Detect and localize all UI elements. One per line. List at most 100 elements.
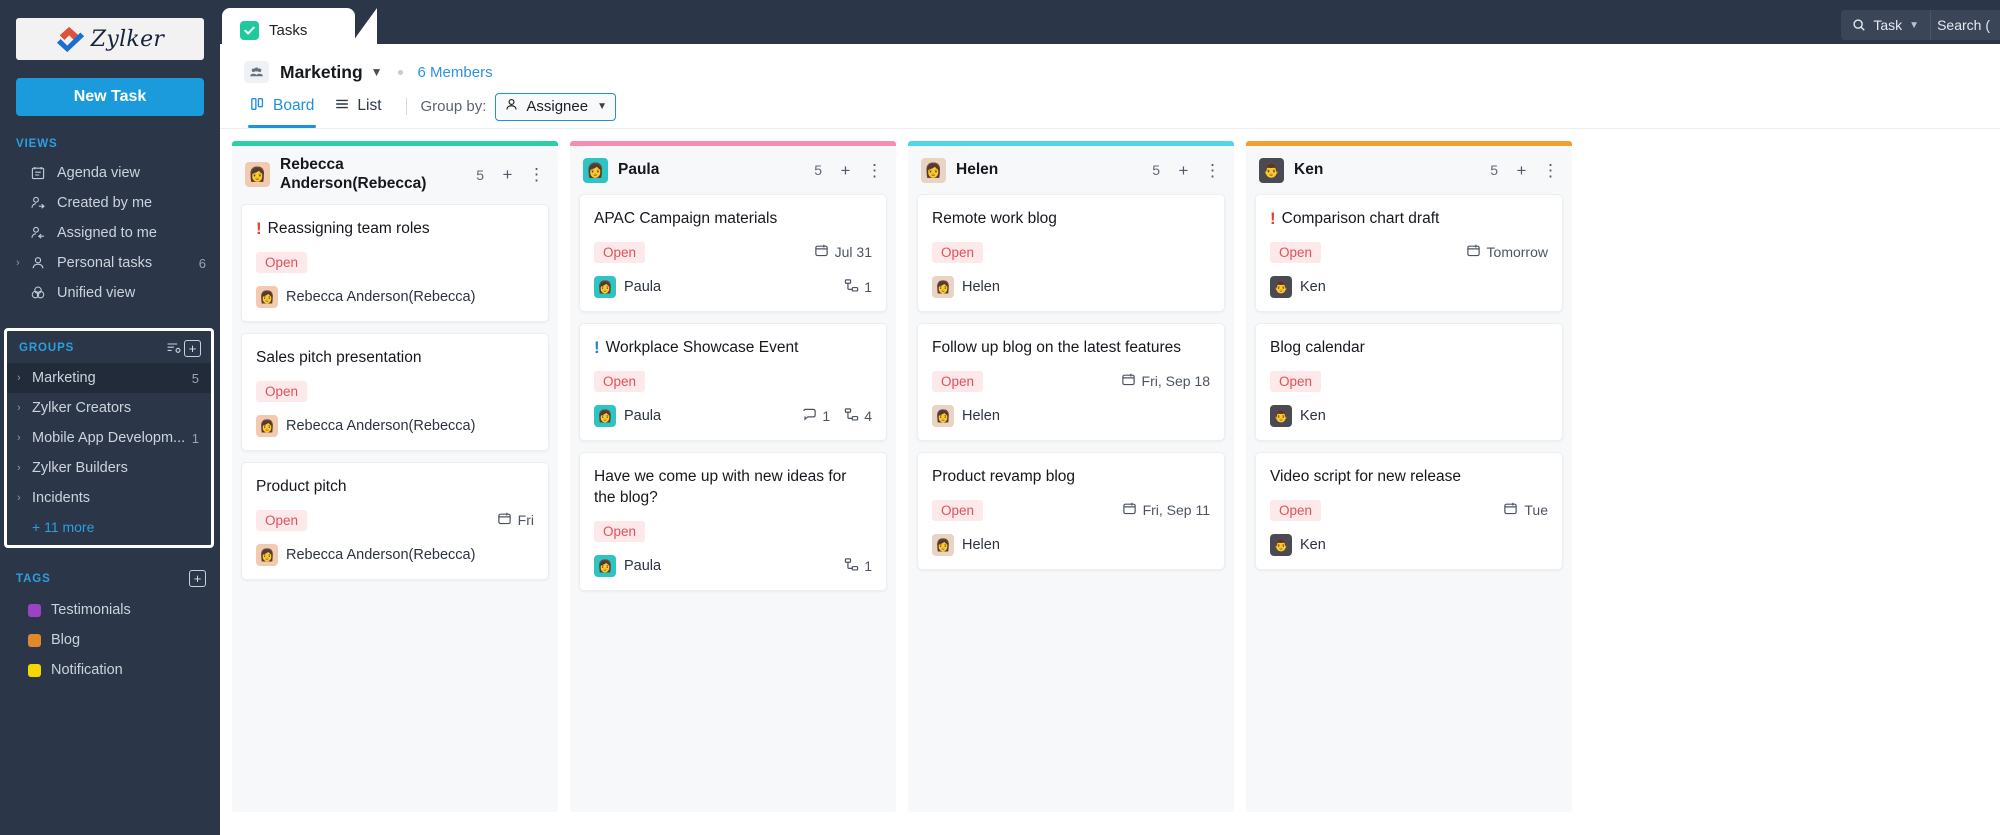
column-count: 5 bbox=[814, 162, 822, 178]
avatar: 👩 bbox=[583, 157, 608, 183]
add-task-icon[interactable]: + bbox=[1512, 161, 1531, 180]
brand-logo[interactable]: Zylker bbox=[16, 18, 204, 60]
subtask-count: 1 bbox=[844, 557, 872, 575]
calendar-icon bbox=[497, 511, 512, 529]
task-card[interactable]: Sales pitch presentation Open 👩 Rebecca … bbox=[241, 332, 549, 451]
tag-color-swatch bbox=[28, 633, 41, 647]
sidebar-tag-testimonials[interactable]: Testimonials bbox=[0, 595, 220, 625]
unified-icon bbox=[28, 285, 48, 301]
task-card[interactable]: Have we come up with new ideas for the b… bbox=[579, 451, 887, 591]
chevron-right-icon[interactable]: › bbox=[17, 372, 25, 384]
card-footer: 👩 Rebecca Anderson(Rebecca) bbox=[256, 543, 534, 566]
card-footer: 👨 Ken bbox=[1270, 404, 1548, 427]
sidebar-group-incidents[interactable]: › Incidents bbox=[7, 483, 211, 513]
assignee-name: Helen bbox=[962, 536, 1000, 553]
filter-settings-icon[interactable] bbox=[164, 339, 184, 357]
page-title: Marketing bbox=[280, 61, 363, 82]
user-icon bbox=[504, 97, 519, 116]
groups-show-more-link[interactable]: + 11 more bbox=[7, 513, 211, 535]
sidebar-group-zylker-builders[interactable]: › Zylker Builders bbox=[7, 453, 211, 483]
add-tag-icon[interactable]: + bbox=[189, 570, 206, 587]
card-meta-group: 1 bbox=[844, 557, 872, 575]
column-menu-icon[interactable]: ⋮ bbox=[1203, 161, 1222, 180]
due-date: Tue bbox=[1503, 501, 1548, 519]
due-date-text: Fri bbox=[517, 512, 534, 529]
task-card[interactable]: Product revamp blog Open Fri, Sep 11 👩 H… bbox=[917, 451, 1225, 570]
sidebar-item-assigned-to-me[interactable]: › Assigned to me bbox=[0, 218, 220, 248]
task-card[interactable]: ! Workplace Showcase Event Open 👩 Paula bbox=[579, 322, 887, 441]
task-card[interactable]: Product pitch Open Fri 👩 Rebecca Anderso… bbox=[241, 461, 549, 580]
task-card[interactable]: Follow up blog on the latest features Op… bbox=[917, 322, 1225, 441]
sidebar-tag-notification[interactable]: Notification bbox=[0, 655, 220, 685]
chevron-right-icon[interactable]: › bbox=[17, 492, 25, 504]
card-title: Video script for new release bbox=[1270, 467, 1461, 485]
new-task-button[interactable]: New Task bbox=[16, 78, 204, 116]
user-icon bbox=[28, 255, 48, 271]
tag-label: Blog bbox=[51, 632, 81, 648]
avatar: 👩 bbox=[932, 404, 954, 427]
due-date-text: Fri, Sep 18 bbox=[1141, 373, 1210, 390]
comment-count-text: 1 bbox=[822, 407, 831, 424]
column-menu-icon[interactable]: ⋮ bbox=[527, 165, 546, 184]
assignee-name: Paula bbox=[624, 278, 662, 295]
chevron-right-icon[interactable]: › bbox=[17, 432, 25, 444]
tags-section-label: TAGS bbox=[16, 572, 51, 585]
calendar-icon bbox=[1503, 501, 1518, 519]
card-title: Remote work blog bbox=[932, 210, 1057, 227]
sidebar-group-marketing[interactable]: › Marketing 5 bbox=[7, 363, 211, 393]
avatar: 👩 bbox=[932, 275, 954, 298]
tab-board[interactable]: Board bbox=[244, 96, 328, 128]
avatar: 👨 bbox=[1270, 275, 1292, 298]
sidebar-item-created-by-me[interactable]: › Created by me bbox=[0, 188, 220, 218]
task-card[interactable]: Video script for new release Open Tue 👨 … bbox=[1255, 451, 1563, 570]
chevron-right-icon[interactable]: › bbox=[16, 257, 26, 269]
sidebar-item-unified-view[interactable]: › Unified view bbox=[0, 278, 220, 308]
tag-color-swatch bbox=[28, 603, 41, 617]
column-menu-icon[interactable]: ⋮ bbox=[865, 161, 884, 180]
add-task-icon[interactable]: + bbox=[836, 161, 855, 180]
due-date-text: Tomorrow bbox=[1486, 244, 1548, 261]
main-area: Tasks Task ▼ Search (Marketing ▼ 6 Memb… bbox=[220, 0, 2000, 835]
task-card[interactable]: Remote work blog Open 👩 Helen bbox=[917, 194, 1225, 312]
status-badge: Open bbox=[1270, 241, 1322, 263]
sidebar-tag-blog[interactable]: Blog bbox=[0, 625, 220, 655]
add-group-icon[interactable]: + bbox=[184, 339, 201, 357]
members-link[interactable]: 6 Members bbox=[418, 64, 493, 81]
task-card[interactable]: APAC Campaign materials Open Jul 31 👩 Pa… bbox=[579, 194, 887, 312]
avatar: 👨 bbox=[1270, 404, 1292, 427]
group-by-select[interactable]: Assignee ▼ bbox=[495, 92, 616, 121]
tab-label: Board bbox=[273, 97, 315, 114]
card-status-row: Open bbox=[256, 251, 534, 273]
tag-color-swatch bbox=[28, 663, 41, 677]
agenda-icon bbox=[28, 165, 48, 181]
add-task-icon[interactable]: + bbox=[498, 165, 517, 184]
add-task-icon[interactable]: + bbox=[1174, 161, 1193, 180]
search-input[interactable]: Search ( bbox=[1930, 10, 2000, 40]
sidebar-item-personal-tasks[interactable]: › Personal tasks 6 bbox=[0, 248, 220, 278]
sidebar-item-agenda-view[interactable]: › Agenda view bbox=[0, 158, 220, 188]
status-badge: Open bbox=[932, 370, 984, 392]
task-card[interactable]: Blog calendar Open 👨 Ken bbox=[1255, 322, 1563, 441]
status-badge: Open bbox=[1270, 499, 1322, 521]
group-label: Zylker Creators bbox=[32, 400, 132, 416]
sidebar-item-count: 6 bbox=[198, 255, 206, 271]
chevron-right-icon[interactable]: › bbox=[17, 402, 25, 414]
search-scope-selector[interactable]: Task ▼ bbox=[1841, 10, 1931, 40]
sidebar-group-mobile-app-development[interactable]: › Mobile App Developm... 1 bbox=[7, 423, 211, 453]
assignee-name: Rebecca Anderson(Rebecca) bbox=[286, 288, 476, 305]
chevron-down-icon[interactable]: ▼ bbox=[371, 65, 383, 79]
tab-list[interactable]: List bbox=[328, 96, 395, 128]
sidebar-group-zylker-creators[interactable]: › Zylker Creators bbox=[7, 393, 211, 423]
due-date: Fri, Sep 18 bbox=[1121, 372, 1210, 390]
sidebar-item-label: Unified view bbox=[57, 285, 136, 301]
column-menu-icon[interactable]: ⋮ bbox=[1541, 161, 1560, 180]
chevron-right-icon[interactable]: › bbox=[17, 462, 25, 474]
column-cards: ! Comparison chart draft Open Tomorrow 👨… bbox=[1246, 194, 1572, 812]
task-card[interactable]: ! Comparison chart draft Open Tomorrow 👨… bbox=[1255, 194, 1563, 312]
due-date: Tomorrow bbox=[1466, 243, 1548, 261]
column-header: 👩 Paula 5 + ⋮ bbox=[570, 146, 896, 194]
avatar: 👩 bbox=[245, 162, 270, 188]
group-label: Zylker Builders bbox=[32, 460, 128, 476]
assignee-name: Paula bbox=[624, 407, 662, 424]
task-card[interactable]: ! Reassigning team roles Open 👩 Rebecca … bbox=[241, 203, 549, 322]
